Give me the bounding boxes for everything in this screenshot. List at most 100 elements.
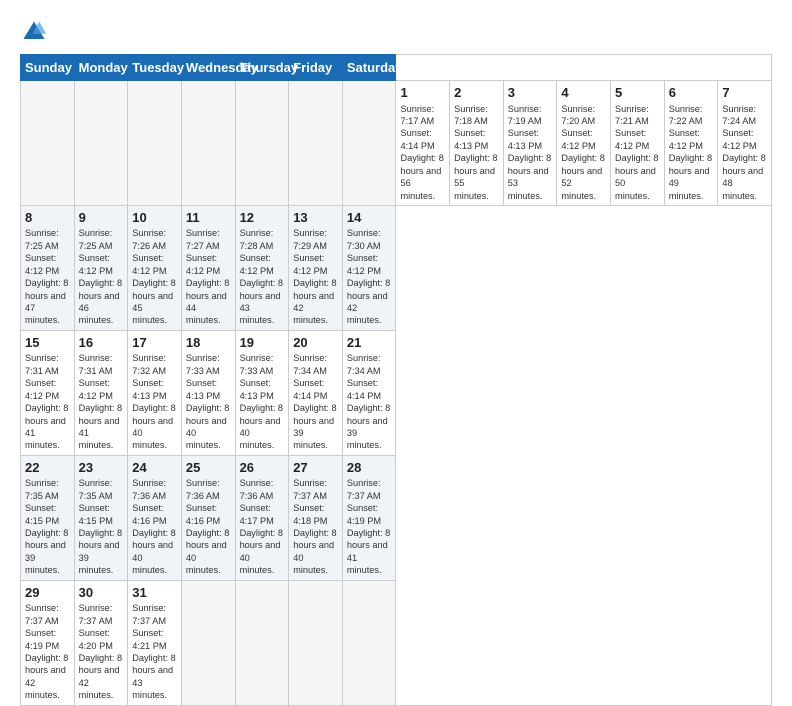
sunrise-text: Sunrise: 7:25 AM xyxy=(25,227,70,252)
page: SundayMondayTuesdayWednesdayThursdayFrid… xyxy=(0,0,792,612)
sunset-text: Sunset: 4:14 PM xyxy=(293,377,338,402)
daylight-text: Daylight: 8 hours and 42 minutes. xyxy=(79,652,124,702)
sunset-text: Sunset: 4:12 PM xyxy=(293,252,338,277)
sunset-text: Sunset: 4:13 PM xyxy=(186,377,231,402)
calendar-cell xyxy=(181,81,235,206)
sunrise-text: Sunrise: 7:36 AM xyxy=(240,477,285,502)
sunrise-text: Sunrise: 7:35 AM xyxy=(25,477,70,502)
sunrise-text: Sunrise: 7:29 AM xyxy=(293,227,338,252)
sunrise-text: Sunrise: 7:25 AM xyxy=(79,227,124,252)
sunset-text: Sunset: 4:12 PM xyxy=(722,127,767,152)
day-number: 25 xyxy=(186,459,231,477)
sunrise-text: Sunrise: 7:21 AM xyxy=(615,103,660,128)
calendar-cell xyxy=(181,580,235,705)
calendar-cell: 2Sunrise: 7:18 AMSunset: 4:13 PMDaylight… xyxy=(450,81,504,206)
calendar-cell: 6Sunrise: 7:22 AMSunset: 4:12 PMDaylight… xyxy=(664,81,718,206)
day-number: 11 xyxy=(186,209,231,227)
sunrise-text: Sunrise: 7:17 AM xyxy=(400,103,445,128)
sunrise-text: Sunrise: 7:31 AM xyxy=(25,352,70,377)
calendar-cell xyxy=(235,81,289,206)
calendar-cell: 4Sunrise: 7:20 AMSunset: 4:12 PMDaylight… xyxy=(557,81,611,206)
daylight-text: Daylight: 8 hours and 39 minutes. xyxy=(79,527,124,577)
sunrise-text: Sunrise: 7:36 AM xyxy=(132,477,177,502)
day-number: 26 xyxy=(240,459,285,477)
sunrise-text: Sunrise: 7:28 AM xyxy=(240,227,285,252)
calendar-week-3: 15Sunrise: 7:31 AMSunset: 4:12 PMDayligh… xyxy=(21,330,772,455)
col-header-monday: Monday xyxy=(74,55,128,81)
sunrise-text: Sunrise: 7:33 AM xyxy=(240,352,285,377)
sunset-text: Sunset: 4:14 PM xyxy=(347,377,392,402)
calendar-cell: 20Sunrise: 7:34 AMSunset: 4:14 PMDayligh… xyxy=(289,330,343,455)
calendar-cell: 10Sunrise: 7:26 AMSunset: 4:12 PMDayligh… xyxy=(128,205,182,330)
calendar-cell: 17Sunrise: 7:32 AMSunset: 4:13 PMDayligh… xyxy=(128,330,182,455)
calendar-cell xyxy=(235,580,289,705)
sunrise-text: Sunrise: 7:36 AM xyxy=(186,477,231,502)
calendar-cell: 11Sunrise: 7:27 AMSunset: 4:12 PMDayligh… xyxy=(181,205,235,330)
calendar-header-row: SundayMondayTuesdayWednesdayThursdayFrid… xyxy=(21,55,772,81)
calendar-cell: 23Sunrise: 7:35 AMSunset: 4:15 PMDayligh… xyxy=(74,455,128,580)
sunset-text: Sunset: 4:12 PM xyxy=(347,252,392,277)
sunset-text: Sunset: 4:21 PM xyxy=(132,627,177,652)
calendar-cell: 1Sunrise: 7:17 AMSunset: 4:14 PMDaylight… xyxy=(396,81,450,206)
sunset-text: Sunset: 4:14 PM xyxy=(400,127,445,152)
sunset-text: Sunset: 4:12 PM xyxy=(240,252,285,277)
calendar-cell xyxy=(74,81,128,206)
daylight-text: Daylight: 8 hours and 40 minutes. xyxy=(132,527,177,577)
day-number: 17 xyxy=(132,334,177,352)
calendar-cell: 3Sunrise: 7:19 AMSunset: 4:13 PMDaylight… xyxy=(503,81,557,206)
sunrise-text: Sunrise: 7:34 AM xyxy=(347,352,392,377)
daylight-text: Daylight: 8 hours and 50 minutes. xyxy=(615,152,660,202)
calendar-cell: 19Sunrise: 7:33 AMSunset: 4:13 PMDayligh… xyxy=(235,330,289,455)
daylight-text: Daylight: 8 hours and 55 minutes. xyxy=(454,152,499,202)
day-number: 28 xyxy=(347,459,392,477)
daylight-text: Daylight: 8 hours and 40 minutes. xyxy=(186,527,231,577)
logo xyxy=(20,18,52,46)
sunrise-text: Sunrise: 7:27 AM xyxy=(186,227,231,252)
daylight-text: Daylight: 8 hours and 41 minutes. xyxy=(79,402,124,452)
sunrise-text: Sunrise: 7:37 AM xyxy=(132,602,177,627)
calendar-cell: 30Sunrise: 7:37 AMSunset: 4:20 PMDayligh… xyxy=(74,580,128,705)
daylight-text: Daylight: 8 hours and 40 minutes. xyxy=(186,402,231,452)
sunset-text: Sunset: 4:18 PM xyxy=(293,502,338,527)
calendar-cell: 8Sunrise: 7:25 AMSunset: 4:12 PMDaylight… xyxy=(21,205,75,330)
daylight-text: Daylight: 8 hours and 41 minutes. xyxy=(347,527,392,577)
sunset-text: Sunset: 4:16 PM xyxy=(132,502,177,527)
day-number: 10 xyxy=(132,209,177,227)
day-number: 29 xyxy=(25,584,70,602)
calendar-table: SundayMondayTuesdayWednesdayThursdayFrid… xyxy=(20,54,772,706)
daylight-text: Daylight: 8 hours and 45 minutes. xyxy=(132,277,177,327)
sunset-text: Sunset: 4:12 PM xyxy=(25,252,70,277)
calendar-week-1: 1Sunrise: 7:17 AMSunset: 4:14 PMDaylight… xyxy=(21,81,772,206)
sunset-text: Sunset: 4:19 PM xyxy=(347,502,392,527)
daylight-text: Daylight: 8 hours and 46 minutes. xyxy=(79,277,124,327)
daylight-text: Daylight: 8 hours and 39 minutes. xyxy=(347,402,392,452)
calendar-cell: 14Sunrise: 7:30 AMSunset: 4:12 PMDayligh… xyxy=(342,205,396,330)
sunrise-text: Sunrise: 7:37 AM xyxy=(25,602,70,627)
header xyxy=(20,18,772,46)
calendar-cell xyxy=(128,81,182,206)
sunrise-text: Sunrise: 7:26 AM xyxy=(132,227,177,252)
sunset-text: Sunset: 4:13 PM xyxy=(508,127,553,152)
calendar-cell: 13Sunrise: 7:29 AMSunset: 4:12 PMDayligh… xyxy=(289,205,343,330)
calendar-cell: 18Sunrise: 7:33 AMSunset: 4:13 PMDayligh… xyxy=(181,330,235,455)
sunrise-text: Sunrise: 7:20 AM xyxy=(561,103,606,128)
sunrise-text: Sunrise: 7:19 AM xyxy=(508,103,553,128)
day-number: 3 xyxy=(508,84,553,102)
sunrise-text: Sunrise: 7:22 AM xyxy=(669,103,714,128)
calendar-week-2: 8Sunrise: 7:25 AMSunset: 4:12 PMDaylight… xyxy=(21,205,772,330)
calendar-cell xyxy=(289,81,343,206)
sunrise-text: Sunrise: 7:24 AM xyxy=(722,103,767,128)
calendar-cell: 21Sunrise: 7:34 AMSunset: 4:14 PMDayligh… xyxy=(342,330,396,455)
sunrise-text: Sunrise: 7:37 AM xyxy=(293,477,338,502)
calendar-cell: 31Sunrise: 7:37 AMSunset: 4:21 PMDayligh… xyxy=(128,580,182,705)
day-number: 12 xyxy=(240,209,285,227)
day-number: 14 xyxy=(347,209,392,227)
sunrise-text: Sunrise: 7:35 AM xyxy=(79,477,124,502)
sunset-text: Sunset: 4:13 PM xyxy=(132,377,177,402)
day-number: 7 xyxy=(722,84,767,102)
day-number: 24 xyxy=(132,459,177,477)
daylight-text: Daylight: 8 hours and 52 minutes. xyxy=(561,152,606,202)
daylight-text: Daylight: 8 hours and 42 minutes. xyxy=(347,277,392,327)
sunset-text: Sunset: 4:17 PM xyxy=(240,502,285,527)
day-number: 9 xyxy=(79,209,124,227)
